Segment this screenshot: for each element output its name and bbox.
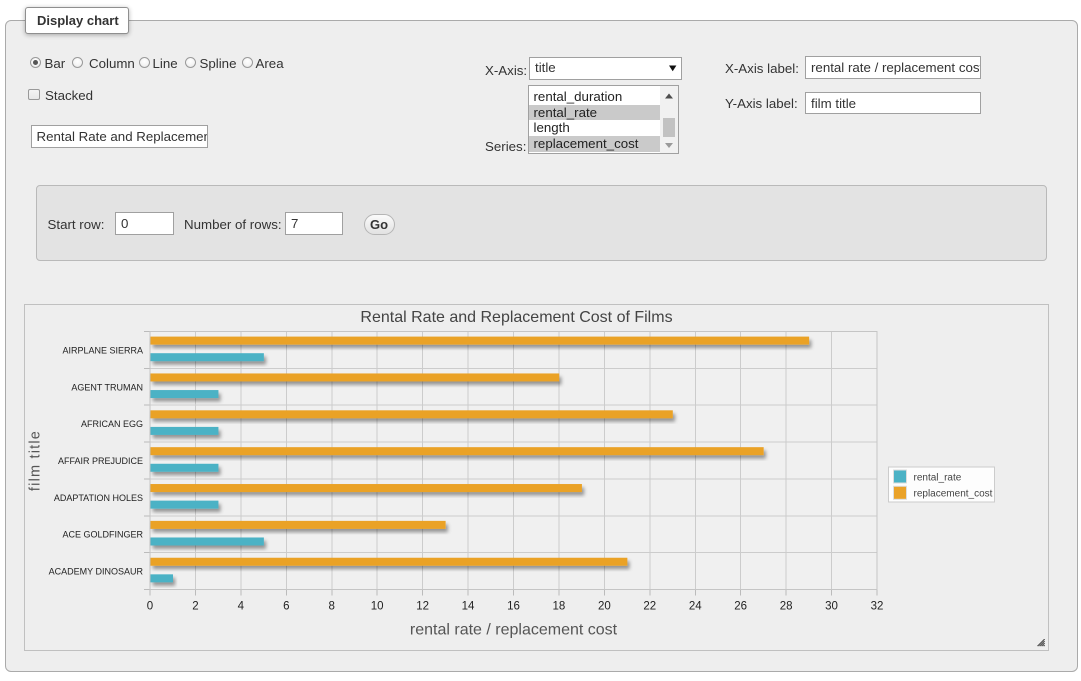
svg-text:20: 20	[598, 600, 611, 612]
svg-text:12: 12	[416, 600, 429, 612]
svg-text:22: 22	[643, 600, 656, 612]
svg-text:26: 26	[734, 600, 747, 612]
svg-text:30: 30	[825, 600, 838, 612]
svg-text:rental_rate: rental_rate	[914, 473, 962, 484]
svg-text:24: 24	[689, 600, 702, 612]
svg-text:ACE GOLDFINGER: ACE GOLDFINGER	[62, 530, 143, 540]
svg-text:replacement_cost: replacement_cost	[914, 489, 993, 500]
svg-text:2: 2	[192, 600, 198, 612]
svg-text:film title: film title	[28, 430, 44, 491]
svg-text:28: 28	[780, 600, 793, 612]
svg-text:10: 10	[371, 600, 384, 612]
svg-text:ACADEMY DINOSAUR: ACADEMY DINOSAUR	[49, 567, 144, 577]
svg-text:8: 8	[329, 600, 335, 612]
svg-text:6: 6	[283, 600, 289, 612]
svg-text:4: 4	[238, 600, 245, 612]
svg-text:16: 16	[507, 600, 520, 612]
svg-text:rental rate / replacement cost: rental rate / replacement cost	[410, 622, 618, 639]
svg-text:0: 0	[147, 600, 153, 612]
svg-text:AGENT TRUMAN: AGENT TRUMAN	[71, 382, 143, 392]
svg-text:14: 14	[462, 600, 475, 612]
svg-text:ADAPTATION HOLES: ADAPTATION HOLES	[54, 493, 143, 503]
svg-text:32: 32	[871, 600, 884, 612]
svg-text:AFFAIR PREJUDICE: AFFAIR PREJUDICE	[58, 456, 143, 466]
svg-text:AIRPLANE SIERRA: AIRPLANE SIERRA	[62, 345, 143, 355]
svg-text:Rental Rate and Replacement Co: Rental Rate and Replacement Cost of Film…	[360, 309, 672, 326]
svg-text:AFRICAN EGG: AFRICAN EGG	[81, 419, 143, 429]
svg-text:18: 18	[553, 600, 566, 612]
